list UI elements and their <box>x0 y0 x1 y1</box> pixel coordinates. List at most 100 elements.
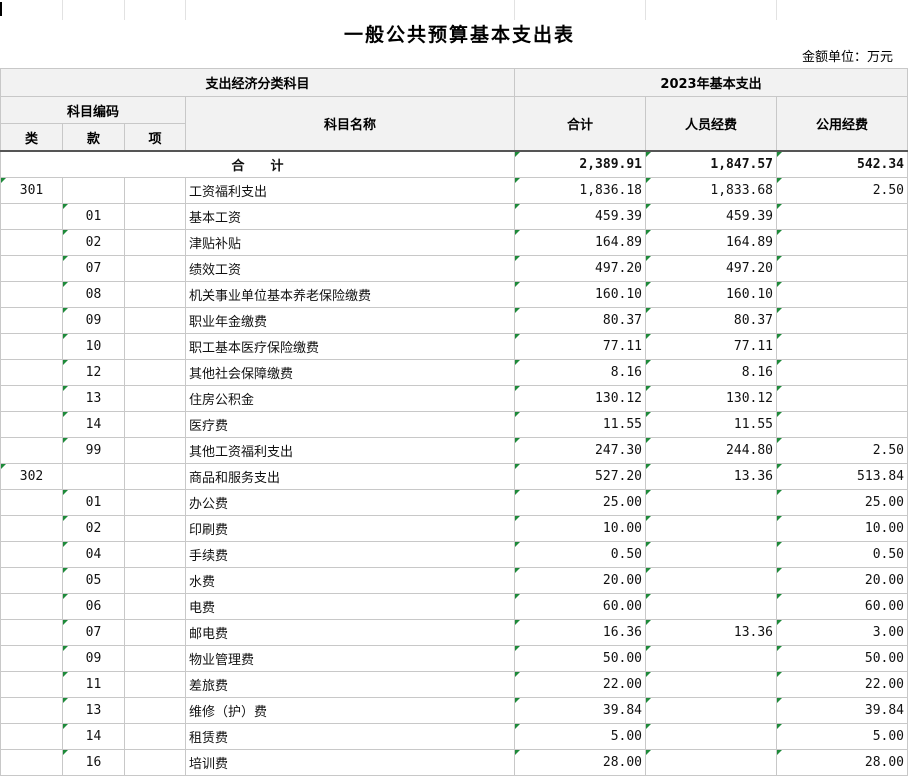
cell-lei[interactable] <box>0 697 63 724</box>
cell-public[interactable] <box>776 411 909 438</box>
cell-xiang[interactable] <box>124 333 186 360</box>
cell-xiang[interactable] <box>124 177 186 204</box>
cell-xiang[interactable] <box>124 723 186 750</box>
cell-name[interactable]: 其他社会保障缴费 <box>184 359 516 386</box>
cell-public[interactable] <box>776 281 909 308</box>
cell-name[interactable]: 基本工资 <box>184 203 516 230</box>
cell-name[interactable]: 工资福利支出 <box>184 177 516 204</box>
cell-personnel[interactable] <box>645 593 778 620</box>
header-group-left[interactable]: 支出经济分类科目 <box>0 68 516 97</box>
cell-xiang[interactable] <box>124 697 186 724</box>
cell-personnel[interactable]: 1,833.68 <box>645 177 778 204</box>
cell-lei[interactable] <box>0 619 63 646</box>
cell-kuan[interactable]: 13 <box>62 697 125 724</box>
cell-name[interactable]: 维修（护）费 <box>184 697 516 724</box>
cell-lei[interactable] <box>0 749 63 776</box>
cell-total[interactable]: 25.00 <box>514 489 647 516</box>
cell-xiang[interactable] <box>124 385 186 412</box>
cell-kuan[interactable]: 09 <box>62 307 125 334</box>
header-group-right[interactable]: 2023年基本支出 <box>514 68 909 97</box>
cell-kuan[interactable]: 08 <box>62 281 125 308</box>
cell-public[interactable] <box>776 307 909 334</box>
cell-total[interactable]: 5.00 <box>514 723 647 750</box>
cell-public[interactable]: 20.00 <box>776 567 909 594</box>
header-col-total[interactable]: 合计 <box>514 96 647 152</box>
cell-kuan[interactable]: 02 <box>62 515 125 542</box>
cell-lei[interactable] <box>0 437 63 464</box>
header-col-public[interactable]: 公用经费 <box>776 96 909 152</box>
cell-personnel[interactable]: 11.55 <box>645 411 778 438</box>
cell-name[interactable]: 水费 <box>184 567 516 594</box>
cell-kuan[interactable]: 07 <box>62 619 125 646</box>
cell-public[interactable]: 513.84 <box>776 463 909 490</box>
cell-name[interactable]: 住房公积金 <box>184 385 516 412</box>
cell-total[interactable]: 20.00 <box>514 567 647 594</box>
cell-total[interactable]: 16.36 <box>514 619 647 646</box>
cell-xiang[interactable] <box>124 619 186 646</box>
cell-public[interactable] <box>776 385 909 412</box>
cell-total[interactable]: 130.12 <box>514 385 647 412</box>
cell-lei[interactable] <box>0 671 63 698</box>
cell-xiang[interactable] <box>124 645 186 672</box>
cell-total[interactable]: 60.00 <box>514 593 647 620</box>
cell-lei[interactable] <box>0 541 63 568</box>
cell-personnel[interactable] <box>645 697 778 724</box>
cell-lei[interactable] <box>0 489 63 516</box>
cell-xiang[interactable] <box>124 255 186 282</box>
cell-public[interactable] <box>776 333 909 360</box>
cell-lei[interactable] <box>0 203 63 230</box>
cell-lei[interactable]: 302 <box>0 463 63 490</box>
cell-name[interactable]: 差旅费 <box>184 671 516 698</box>
cell-public[interactable]: 5.00 <box>776 723 909 750</box>
cell-total[interactable]: 10.00 <box>514 515 647 542</box>
cell-name[interactable]: 津贴补贴 <box>184 229 516 256</box>
cell-total[interactable]: 39.84 <box>514 697 647 724</box>
cell-total[interactable]: 527.20 <box>514 463 647 490</box>
cell-public[interactable]: 25.00 <box>776 489 909 516</box>
cell-personnel[interactable]: 160.10 <box>645 281 778 308</box>
cell-kuan[interactable]: 04 <box>62 541 125 568</box>
total-personnel-cell[interactable]: 1,847.57 <box>645 150 778 178</box>
cell-total[interactable]: 247.30 <box>514 437 647 464</box>
cell-name[interactable]: 印刷费 <box>184 515 516 542</box>
cell-public[interactable]: 2.50 <box>776 437 909 464</box>
total-total-cell[interactable]: 2,389.91 <box>514 150 647 178</box>
total-public-cell[interactable]: 542.34 <box>776 150 909 178</box>
header-col-lei[interactable]: 类 <box>0 123 63 152</box>
cell-personnel[interactable]: 77.11 <box>645 333 778 360</box>
cell-name[interactable]: 医疗费 <box>184 411 516 438</box>
cell-xiang[interactable] <box>124 359 186 386</box>
cell-total[interactable]: 160.10 <box>514 281 647 308</box>
cell-name[interactable]: 其他工资福利支出 <box>184 437 516 464</box>
cell-xiang[interactable] <box>124 229 186 256</box>
cell-total[interactable]: 459.39 <box>514 203 647 230</box>
cell-public[interactable] <box>776 255 909 282</box>
cell-name[interactable]: 职工基本医疗保险缴费 <box>184 333 516 360</box>
cell-public[interactable] <box>776 203 909 230</box>
cell-personnel[interactable] <box>645 671 778 698</box>
cell-name[interactable]: 物业管理费 <box>184 645 516 672</box>
header-col-xiang[interactable]: 项 <box>124 123 186 152</box>
cell-name[interactable]: 职业年金缴费 <box>184 307 516 334</box>
cell-total[interactable]: 1,836.18 <box>514 177 647 204</box>
cell-personnel[interactable]: 8.16 <box>645 359 778 386</box>
cell-xiang[interactable] <box>124 411 186 438</box>
cell-total[interactable]: 497.20 <box>514 255 647 282</box>
cell-public[interactable]: 10.00 <box>776 515 909 542</box>
header-col-personnel[interactable]: 人员经费 <box>645 96 778 152</box>
cell-personnel[interactable] <box>645 723 778 750</box>
cell-kuan[interactable]: 16 <box>62 749 125 776</box>
cell-kuan[interactable]: 99 <box>62 437 125 464</box>
cell-lei[interactable] <box>0 567 63 594</box>
cell-xiang[interactable] <box>124 437 186 464</box>
cell-xiang[interactable] <box>124 515 186 542</box>
cell-lei[interactable] <box>0 723 63 750</box>
cell-xiang[interactable] <box>124 567 186 594</box>
cell-name[interactable]: 邮电费 <box>184 619 516 646</box>
cell-lei[interactable] <box>0 307 63 334</box>
cell-lei[interactable]: 301 <box>0 177 63 204</box>
cell-kuan[interactable]: 14 <box>62 411 125 438</box>
cell-kuan[interactable]: 13 <box>62 385 125 412</box>
cell-personnel[interactable] <box>645 749 778 776</box>
cell-total[interactable]: 77.11 <box>514 333 647 360</box>
